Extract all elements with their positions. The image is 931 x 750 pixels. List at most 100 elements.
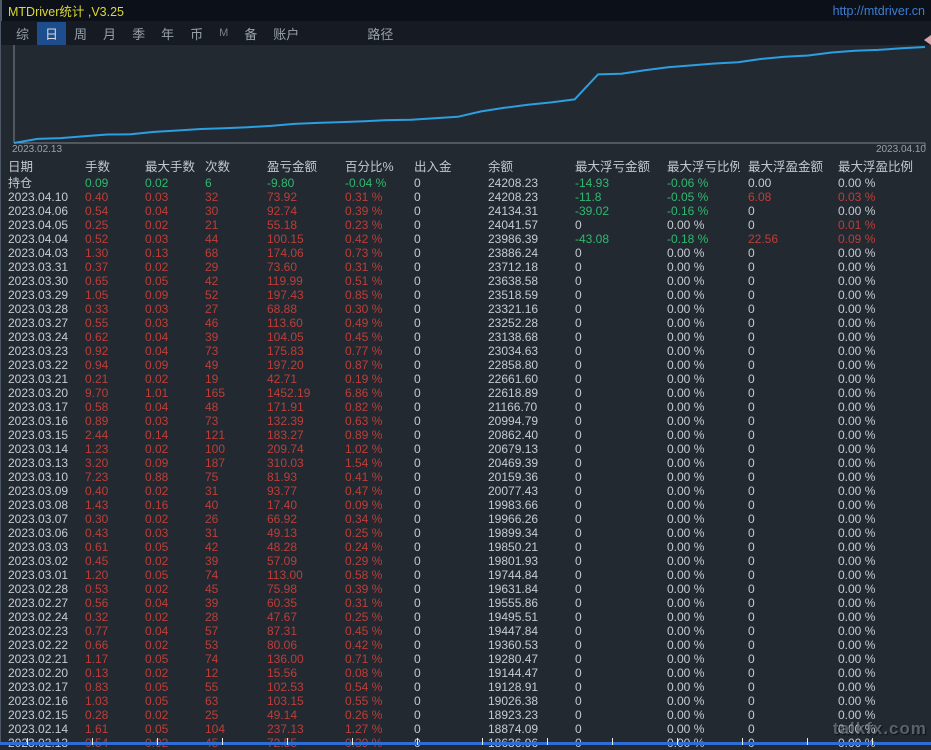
cell-lots: 9.70: [85, 386, 109, 400]
cell-count: 39: [205, 330, 219, 344]
table-row[interactable]: 2023.04.06 0.54 0.04 30 92.74 0.39 % 0 24134.31…: [0, 204, 931, 218]
cell-lots: 0.21: [85, 372, 109, 386]
table-row[interactable]: 2023.03.22 0.94 0.09 49 197.20 0.87 % 0 22858.8…: [0, 358, 931, 372]
vendor-url-link[interactable]: http://mtdriver.cn: [833, 4, 925, 18]
cell-mfpp: 0.00 %: [838, 680, 876, 694]
table-row[interactable]: 2023.03.23 0.92 0.04 73 175.83 0.77 % 0 23034.6…: [0, 344, 931, 358]
table-row[interactable]: 2023.03.15 2.44 0.14 121 183.27 0.89 % 0 20862.…: [0, 428, 931, 442]
menu-item-季[interactable]: 季: [124, 22, 153, 45]
table-row[interactable]: 2023.03.24 0.62 0.04 39 104.05 0.45 % 0 23138.6…: [0, 330, 931, 344]
cell-pct: 0.25 %: [345, 526, 383, 540]
table-row[interactable]: 2023.02.20 0.13 0.02 12 15.56 0.08 % 0 19144.47…: [0, 666, 931, 680]
table-row[interactable]: 2023.02.21 1.17 0.05 74 136.00 0.71 % 0 19280.4…: [0, 652, 931, 666]
cell-date: 2023.02.27: [8, 596, 69, 610]
menu-item-M[interactable]: M: [211, 25, 236, 41]
table-row[interactable]: 2023.03.27 0.55 0.03 46 113.60 0.49 % 0 23252.2…: [0, 316, 931, 330]
menu-item-备[interactable]: 备: [236, 22, 265, 45]
table-row[interactable]: 2023.03.21 0.21 0.02 19 42.71 0.19 % 0 22661.60…: [0, 372, 931, 386]
table-row[interactable]: 2023.03.28 0.33 0.03 27 68.88 0.30 % 0 23321.16…: [0, 302, 931, 316]
cell-pct: 0.31 %: [345, 596, 383, 610]
cell-date: 2023.03.17: [8, 400, 69, 414]
cell-mflp: -0.18 %: [667, 232, 709, 246]
table-row[interactable]: 2023.03.13 3.20 0.09 187 310.03 1.54 % 0 20469.…: [0, 456, 931, 470]
cell-max_lots: 0.04: [145, 400, 169, 414]
cell-date: 2023.04.10: [8, 190, 69, 204]
table-row[interactable]: 2023.03.31 0.37 0.02 29 73.60 0.31 % 0 23712.18…: [0, 260, 931, 274]
cell-lots: 0.54: [85, 204, 109, 218]
cell-mflp: 0.00 %: [667, 428, 705, 442]
table-row[interactable]: 2023.02.16 1.03 0.05 63 103.15 0.55 % 0 19026.3…: [0, 694, 931, 708]
cell-mfpp: 0.00 %: [838, 358, 876, 372]
cell-date: 2023.03.20: [8, 386, 69, 400]
table-row[interactable]: 2023.03.10 7.23 0.88 75 81.93 0.41 % 0 20159.36…: [0, 470, 931, 484]
menu-item-币[interactable]: 币: [182, 22, 211, 45]
table-row[interactable]: 2023.03.16 0.89 0.03 73 132.39 0.63 % 0 20994.7…: [0, 414, 931, 428]
table-row[interactable]: 2023.03.29 1.05 0.09 52 197.43 0.85 % 0 23518.5…: [0, 288, 931, 302]
cell-mfl: 0: [575, 624, 582, 638]
cell-mfpp: 0.00 %: [838, 596, 876, 610]
menu-item-综[interactable]: 综: [8, 22, 37, 45]
table-row[interactable]: 2023.02.27 0.56 0.04 39 60.35 0.31 % 0 19555.86…: [0, 596, 931, 610]
cell-mfl: 0: [575, 666, 582, 680]
menu-item-账户[interactable]: 账户: [265, 22, 307, 45]
cell-lots: 1.03: [85, 694, 109, 708]
table-row[interactable]: 2023.04.04 0.52 0.03 44 100.15 0.42 % 0 23986.3…: [0, 232, 931, 246]
cell-date: 2023.03.09: [8, 484, 69, 498]
table-row[interactable]: 2023.03.01 1.20 0.05 74 113.00 0.58 % 0 19744.8…: [0, 568, 931, 582]
menu-item-年[interactable]: 年: [153, 22, 182, 45]
cell-deposit: 0: [414, 190, 421, 204]
table-row[interactable]: 2023.04.05 0.25 0.02 21 55.18 0.23 % 0 24041.57…: [0, 218, 931, 232]
table-row[interactable]: 2023.03.17 0.58 0.04 48 171.91 0.82 % 0 21166.7…: [0, 400, 931, 414]
table-row[interactable]: 2023.03.14 1.23 0.02 100 209.74 1.02 % 0 20679.…: [0, 442, 931, 456]
table-row[interactable]: 2023.03.20 9.70 1.01 165 1452.19 6.86 % 0 22618…: [0, 386, 931, 400]
position-row[interactable]: 持仓 0.09 0.02 6 -9.80 -0.04 % 0 24208.23 -14.93 -0…: [0, 176, 931, 190]
cell-pct: 0.63 %: [345, 414, 383, 428]
cell-balance: 19966.26: [488, 512, 539, 526]
chart-end-marker-icon: [924, 35, 931, 45]
cell-date: 2023.04.03: [8, 246, 69, 260]
cell-mflp: 0.00 %: [667, 372, 705, 386]
table-row[interactable]: 2023.02.22 0.66 0.02 53 80.06 0.42 % 0 19360.53…: [0, 638, 931, 652]
cell-pct: 0.08 %: [345, 666, 383, 680]
cell-mflp: 0.00 %: [667, 400, 705, 414]
cell-deposit: 0: [414, 694, 421, 708]
table-row[interactable]: 2023.03.30 0.65 0.05 42 119.99 0.51 % 0 23638.5…: [0, 274, 931, 288]
cell-lots: 0.92: [85, 344, 109, 358]
cell-mfp: 0: [748, 666, 755, 680]
table-row[interactable]: 2023.03.03 0.61 0.05 42 48.28 0.24 % 0 19850.21…: [0, 540, 931, 554]
menu-item-日[interactable]: 日: [37, 21, 67, 45]
menu-item-路径[interactable]: 路径: [359, 22, 401, 45]
table-row[interactable]: 2023.03.06 0.43 0.03 31 49.13 0.25 % 0 19899.34…: [0, 526, 931, 540]
table-row[interactable]: 2023.03.07 0.30 0.02 26 66.92 0.34 % 0 19966.26…: [0, 512, 931, 526]
table-row[interactable]: 2023.02.17 0.83 0.05 55 102.53 0.54 % 0 19128.9…: [0, 680, 931, 694]
table-row[interactable]: 2023.02.23 0.77 0.04 57 87.31 0.45 % 0 19447.84…: [0, 624, 931, 638]
cell-pnl: -9.80: [267, 176, 295, 190]
cell-max_lots: 0.02: [145, 260, 169, 274]
cell-balance: 19899.34: [488, 526, 539, 540]
cell-pnl: 310.03: [267, 456, 304, 470]
table-row[interactable]: 2023.03.02 0.45 0.02 39 57.09 0.29 % 0 19801.93…: [0, 554, 931, 568]
table-row[interactable]: 2023.02.14 1.61 0.05 104 237.13 1.27 % 0 18874.…: [0, 722, 931, 736]
cell-mflp: 0.00 %: [667, 638, 705, 652]
table-row[interactable]: 2023.04.03 1.30 0.13 68 174.06 0.73 % 0 23886.2…: [0, 246, 931, 260]
menu-item-周[interactable]: 周: [66, 22, 95, 45]
cell-balance: 20679.13: [488, 442, 539, 456]
cell-pct: 1.02 %: [345, 442, 383, 456]
table-row[interactable]: 2023.02.15 0.28 0.02 25 49.14 0.26 % 0 18923.23…: [0, 708, 931, 722]
cell-pnl: 113.60: [267, 316, 303, 330]
cell-mfp: 0: [748, 680, 755, 694]
cell-deposit: 0: [414, 708, 421, 722]
menu-item-月[interactable]: 月: [95, 22, 124, 45]
cell-mflp: 0.00 %: [667, 260, 705, 274]
table-row[interactable]: 2023.03.08 1.43 0.16 40 17.40 0.09 % 0 19983.66…: [0, 498, 931, 512]
table-row[interactable]: 2023.02.24 0.32 0.02 28 47.67 0.25 % 0 19495.51…: [0, 610, 931, 624]
cell-pnl: 15.56: [267, 666, 298, 680]
cell-mfp: 0: [748, 624, 755, 638]
cell-date: 2023.03.02: [8, 554, 69, 568]
table-row[interactable]: 2023.03.09 0.40 0.02 31 93.77 0.47 % 0 20077.43…: [0, 484, 931, 498]
table-row[interactable]: 2023.04.10 0.40 0.03 32 73.92 0.31 % 0 24208.23…: [0, 190, 931, 204]
cell-lots: 0.40: [85, 190, 109, 204]
cell-deposit: 0: [414, 652, 421, 666]
table-row[interactable]: 2023.02.28 0.53 0.02 45 75.98 0.39 % 0 19631.84…: [0, 582, 931, 596]
cell-mflp: -0.06 %: [667, 176, 709, 190]
